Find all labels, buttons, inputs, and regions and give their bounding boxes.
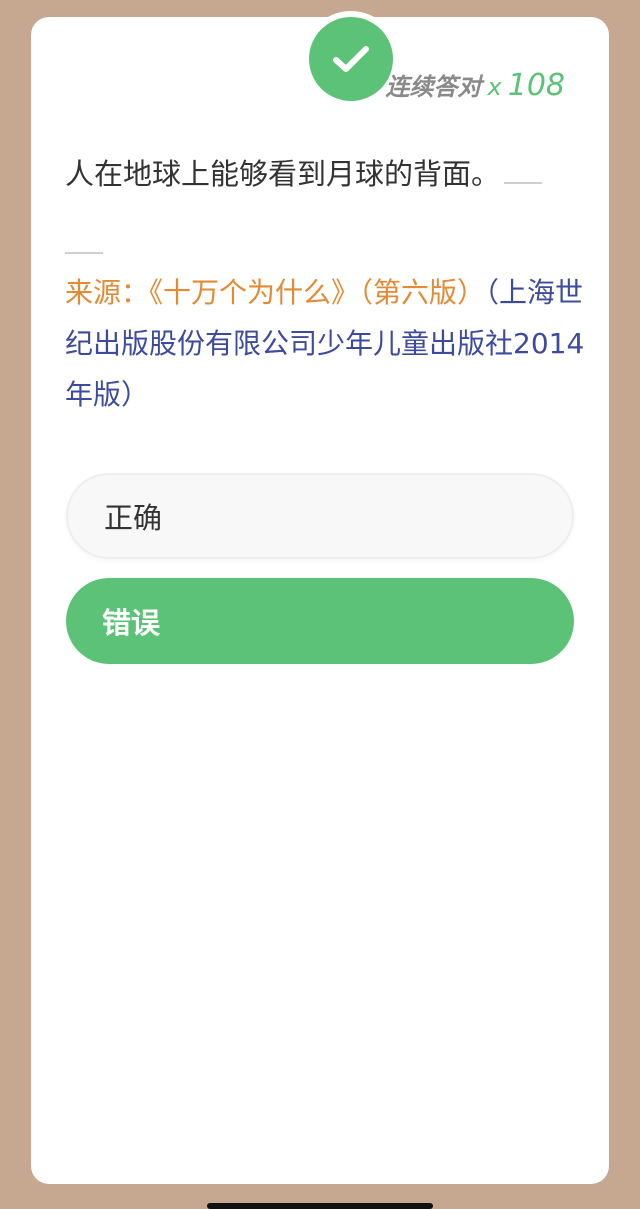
option-false-label: 错误 [102,606,161,640]
streak-multiplier: x [487,73,502,101]
question-text-block: 人在地球上能够看到月球的背面。 [65,139,585,279]
answer-blank [504,182,543,184]
answer-blank-continued [65,252,103,254]
source-citation: 来源：《十万个为什么》（第六版）（上海世纪出版股份有限公司少年儿童出版社2014… [65,267,585,420]
quiz-card: 连续答对 x 108 人在地球上能够看到月球的背面。 来源：《十万个为什么》（第… [31,11,609,1184]
streak-counter: 连续答对 x 108 [386,67,565,103]
streak-count: 108 [507,68,565,103]
source-book: 《十万个为什么》（第六版） [149,276,486,309]
check-circle [309,17,393,101]
streak-label: 连续答对 [385,73,482,101]
option-true-button[interactable]: 正确 [66,473,574,559]
check-icon [333,46,369,72]
source-label: 来源： [65,276,150,309]
quiz-screen: 连续答对 x 108 人在地球上能够看到月球的背面。 来源：《十万个为什么》（第… [0,0,640,1209]
option-false-button[interactable]: 错误 [66,578,574,664]
question-text: 人在地球上能够看到月球的背面。 [65,157,501,191]
home-indicator[interactable] [207,1203,433,1209]
option-true-label: 正确 [104,501,163,535]
